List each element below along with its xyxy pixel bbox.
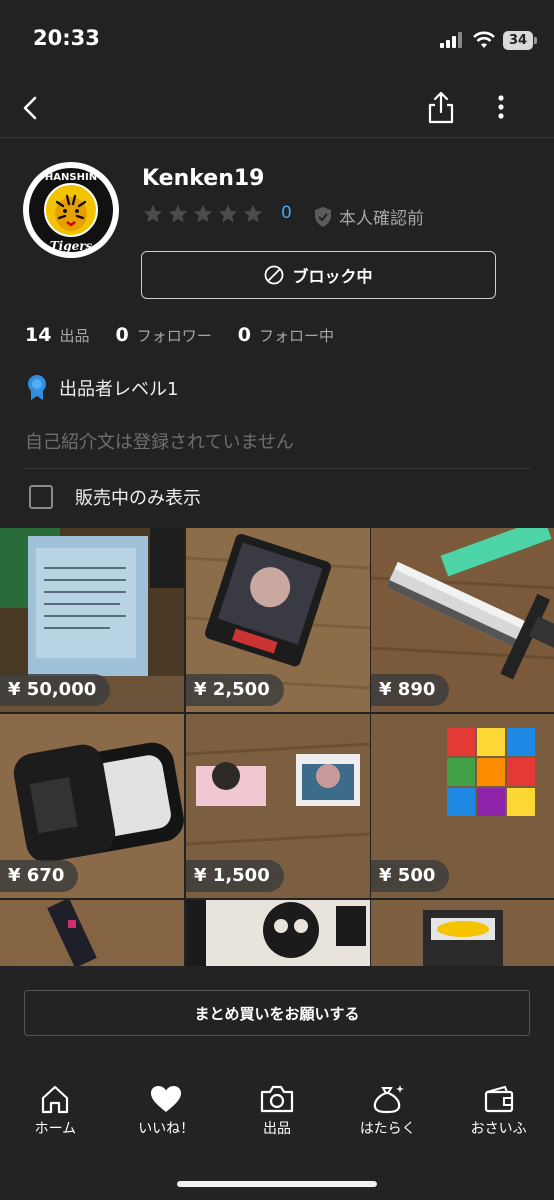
signal-icon: [440, 32, 464, 48]
item-price: ¥ 890: [371, 674, 450, 706]
verification-label: 本人確認前: [339, 209, 424, 229]
heart-icon: [151, 1086, 182, 1112]
star-icon: [168, 204, 188, 223]
star-icon: [243, 204, 263, 223]
follower-count[interactable]: 0: [115, 324, 128, 346]
item-tile[interactable]: ¥ 1,500: [186, 714, 370, 898]
item-tile[interactable]: [371, 900, 554, 966]
username: Kenken19: [142, 166, 265, 191]
following-label: フォロー中: [258, 327, 334, 345]
battery-icon: 34: [503, 31, 533, 50]
tab-bar: ホーム いいね！ 出品 はたらく おさいふ: [0, 1084, 554, 1144]
item-price: ¥ 2,500: [186, 674, 284, 706]
item-photo: [0, 900, 184, 966]
divider: [24, 468, 530, 469]
block-icon: [265, 265, 284, 285]
item-price: ¥ 50,000: [0, 674, 111, 706]
item-tile[interactable]: ¥ 670: [0, 714, 184, 898]
listing-count[interactable]: 14: [25, 324, 51, 346]
item-tile[interactable]: ¥ 500: [371, 714, 554, 898]
back-icon[interactable]: [16, 90, 46, 126]
tab-sell[interactable]: 出品: [222, 1084, 333, 1144]
home-indicator: [177, 1181, 377, 1187]
item-price: ¥ 670: [0, 860, 79, 892]
tab-wallet-label: おさいふ: [470, 1121, 527, 1137]
listing-label: 出品: [59, 327, 90, 345]
item-tile[interactable]: ¥ 2,500: [186, 528, 370, 712]
wallet-icon: [484, 1085, 513, 1113]
item-photo: [371, 900, 554, 966]
money-bag-icon: [373, 1085, 404, 1114]
shield-check-icon: [315, 206, 331, 227]
checkbox[interactable]: [29, 485, 53, 509]
verification-status: 本人確認前: [313, 204, 424, 229]
tab-work-label: はたらく: [359, 1121, 416, 1137]
blocked-button-label: ブロック中: [292, 267, 373, 286]
star-icon: [193, 204, 213, 223]
tab-wallet[interactable]: おさいふ: [443, 1084, 554, 1144]
status-time: 20:33: [33, 26, 100, 50]
item-price: ¥ 1,500: [186, 860, 284, 892]
profile-stats: 14 出品 0 フォロワー 0 フォロー中: [25, 324, 360, 346]
tab-work[interactable]: はたらく: [332, 1084, 443, 1144]
item-tile[interactable]: ¥ 50,000: [0, 528, 184, 712]
star-icon: [143, 204, 163, 223]
item-tile[interactable]: [0, 900, 184, 966]
more-options-icon[interactable]: [486, 90, 516, 124]
filter-label: 販売中のみ表示: [75, 488, 201, 509]
tigers-logo: HANSHIN Tigers: [24, 163, 118, 257]
rating-count[interactable]: 0: [281, 203, 292, 223]
on-sale-only-filter[interactable]: 販売中のみ表示: [29, 484, 201, 510]
camera-icon: [260, 1085, 294, 1113]
item-tile[interactable]: ¥ 890: [371, 528, 554, 712]
badge-icon: [28, 375, 46, 400]
item-tile[interactable]: [186, 900, 370, 966]
follower-label: フォロワー: [136, 327, 212, 345]
home-icon: [42, 1085, 69, 1114]
seller-level-label: 出品者レベル1: [59, 379, 179, 400]
bottom-sheet: まとめ買いをお願いする ホーム いいね！ 出品 はたらく おさいふ: [0, 966, 554, 1200]
bio-placeholder: 自己紹介文は登録されていません: [25, 432, 294, 453]
following-count[interactable]: 0: [238, 324, 251, 346]
star-icon: [218, 204, 238, 223]
tab-likes-label: いいね！: [138, 1121, 195, 1137]
avatar-logo-top: HANSHIN: [45, 172, 97, 183]
avatar: HANSHIN Tigers: [23, 162, 119, 258]
item-photo: [186, 900, 370, 966]
bulk-buy-request-button[interactable]: まとめ買いをお願いする: [24, 990, 530, 1036]
seller-level[interactable]: 出品者レベル1: [25, 374, 178, 402]
blocked-button[interactable]: ブロック中: [141, 251, 496, 299]
status-bar: 20:33 34: [0, 0, 554, 80]
tab-sell-label: 出品: [262, 1121, 291, 1137]
share-icon[interactable]: [424, 86, 458, 126]
avatar-logo-bottom: Tigers: [50, 239, 93, 253]
tab-home-label: ホーム: [34, 1121, 77, 1137]
top-nav: [0, 80, 554, 138]
item-price: ¥ 500: [371, 860, 450, 892]
wifi-icon: [473, 31, 495, 48]
tab-likes[interactable]: いいね！: [111, 1084, 222, 1144]
rating-stars[interactable]: [142, 203, 264, 225]
tab-home[interactable]: ホーム: [0, 1084, 111, 1144]
